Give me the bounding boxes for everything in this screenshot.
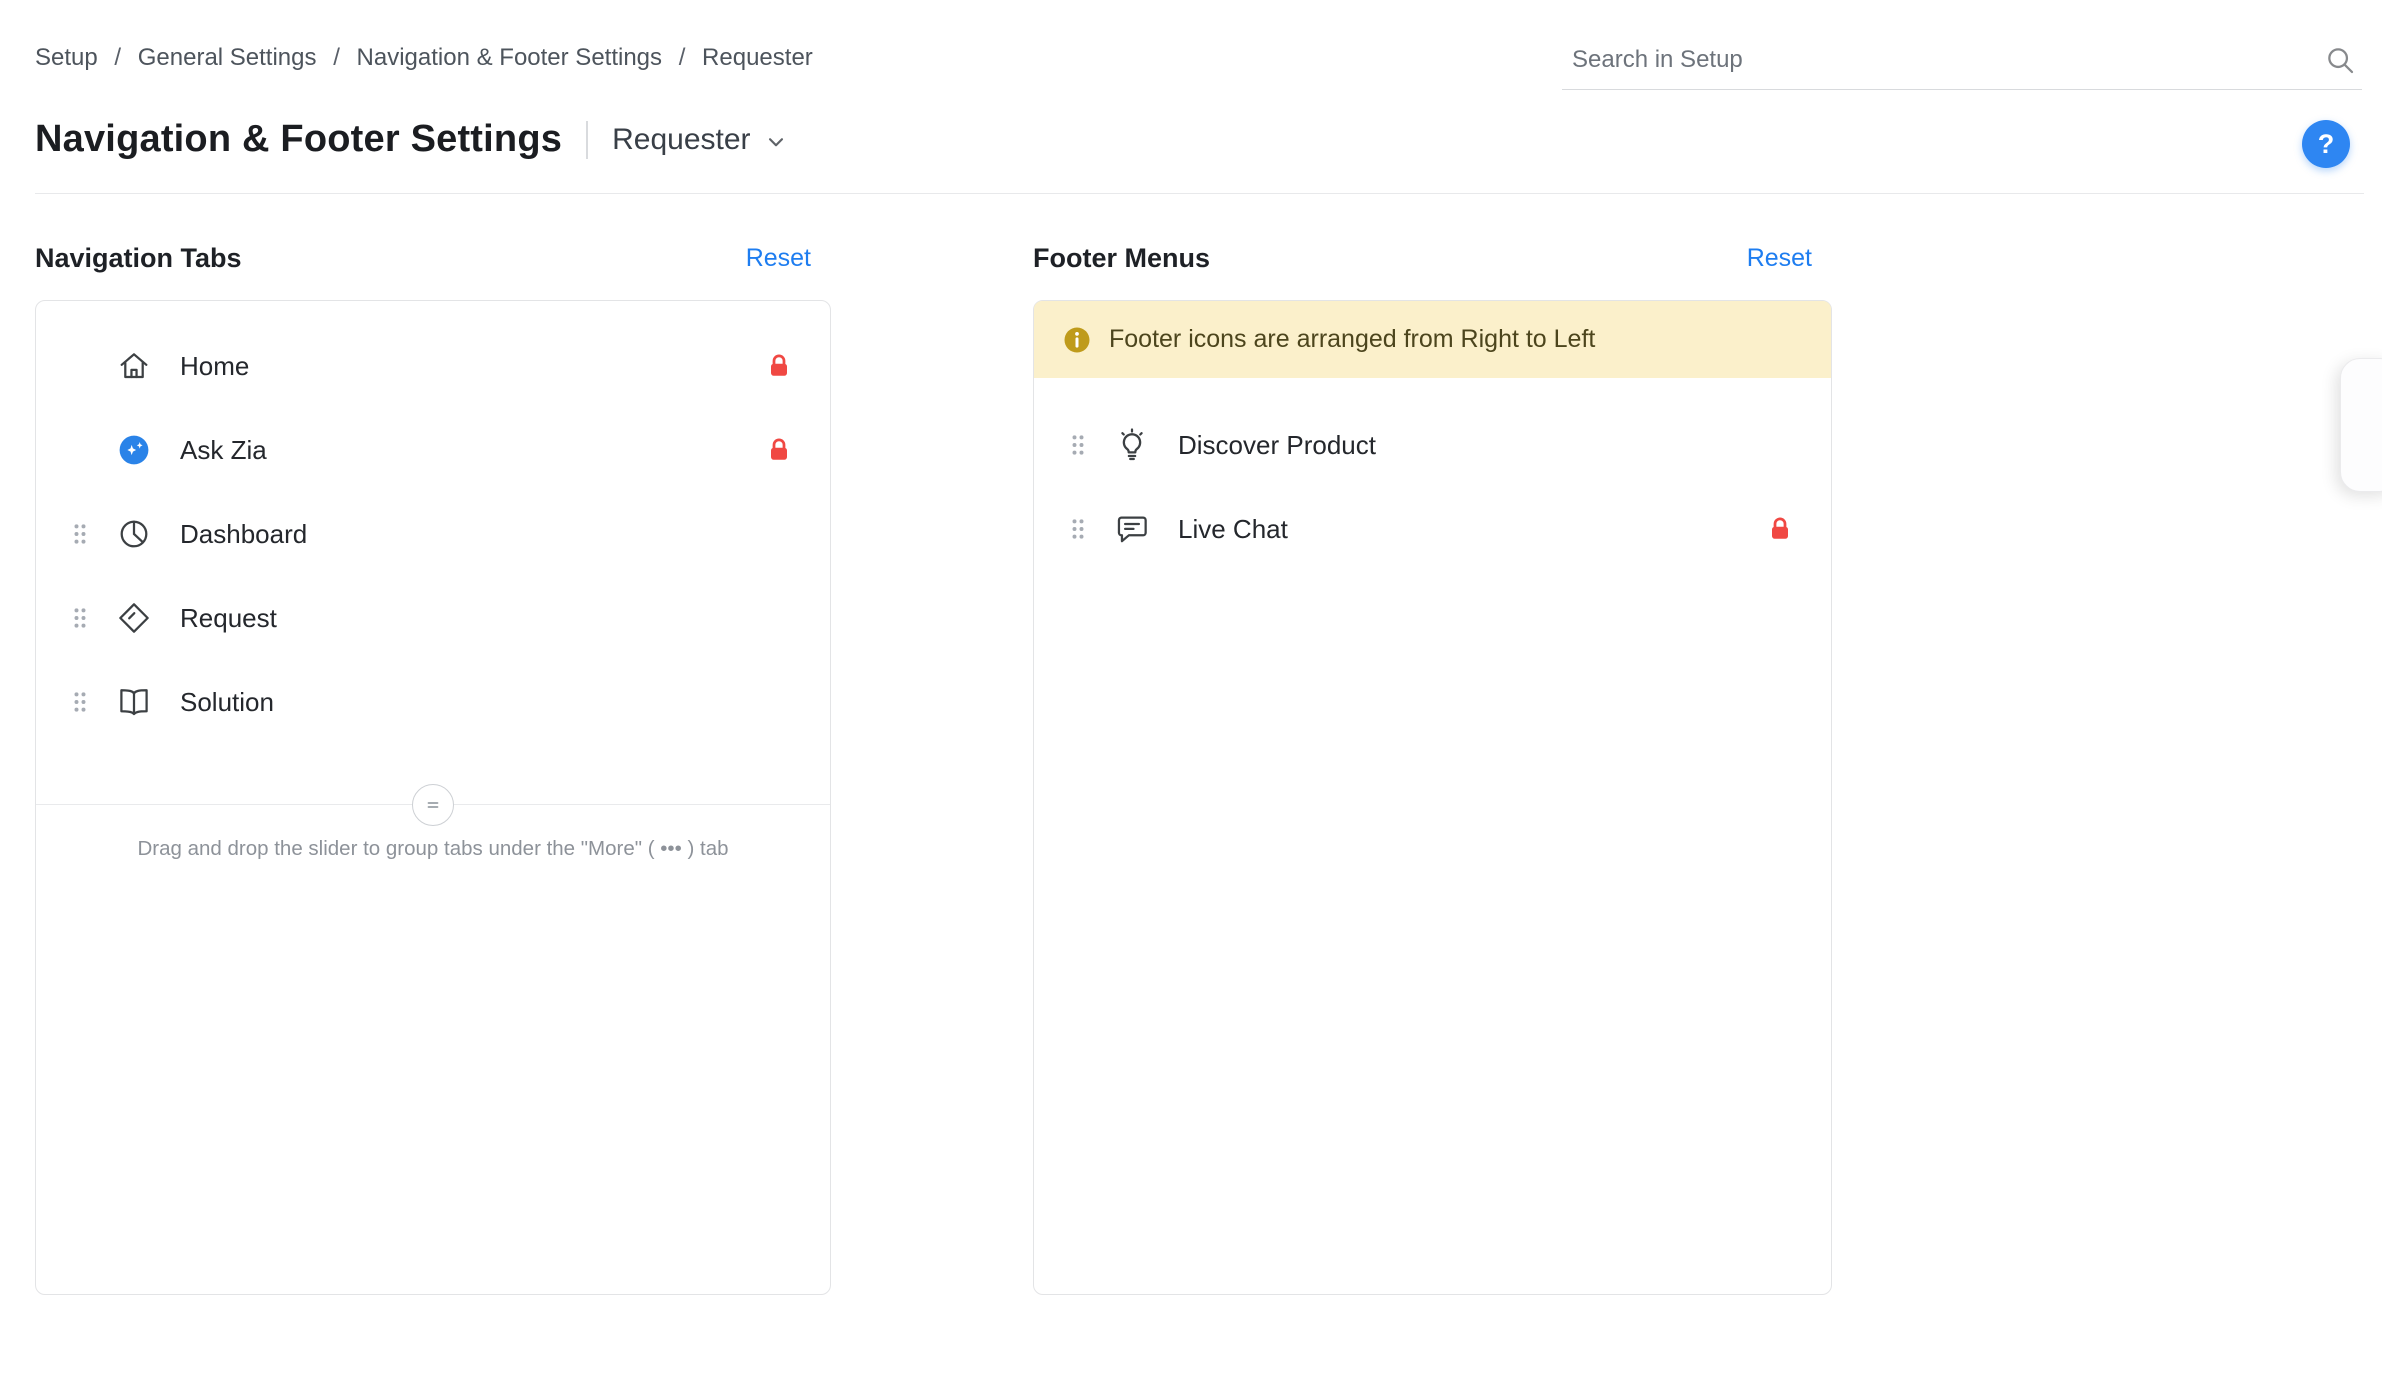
lock-icon — [764, 351, 794, 381]
search-icon[interactable] — [2324, 44, 2356, 76]
ask-zia-icon — [116, 432, 152, 468]
menu-item-label: Home — [180, 351, 764, 382]
scope-selector-value: Requester — [612, 123, 750, 157]
info-icon — [1062, 325, 1092, 355]
home-icon — [116, 348, 152, 384]
slider-hint-text: Drag and drop the slider to group tabs u… — [36, 837, 830, 861]
navigation-tabs-reset-link[interactable]: Reset — [746, 244, 811, 273]
chevron-down-icon — [763, 129, 789, 155]
breadcrumb-item-navigation-footer-settings[interactable]: Navigation & Footer Settings — [357, 44, 663, 71]
drag-handle-icon[interactable] — [66, 685, 94, 719]
drag-handle-icon[interactable] — [66, 517, 94, 551]
more-tab-slider-divider — [36, 804, 830, 805]
breadcrumb-item-general-settings[interactable]: General Settings — [138, 44, 317, 71]
help-button[interactable]: ? — [2302, 120, 2350, 168]
footer-menus-card: Footer icons are arranged from Right to … — [1033, 300, 1832, 1295]
discover-product-icon — [1114, 427, 1150, 463]
footer-notice-banner: Footer icons are arranged from Right to … — [1034, 301, 1831, 378]
dashboard-icon — [116, 516, 152, 552]
navigation-footer-settings-page: Setup / General Settings / Navigation & … — [0, 0, 2382, 1378]
floating-widget-edge[interactable] — [2340, 358, 2382, 492]
menu-item-row[interactable]: Discover Product — [1034, 403, 1831, 487]
footer-menus-heading: Footer Menus — [1033, 243, 1210, 274]
setup-search — [1562, 38, 2362, 90]
drag-handle-icon[interactable] — [1064, 428, 1092, 462]
menu-item-row[interactable]: Request — [36, 576, 830, 660]
breadcrumb-separator: / — [114, 44, 121, 71]
footer-menus-header: Footer Menus Reset — [1033, 243, 1832, 274]
navigation-tabs-header: Navigation Tabs Reset — [35, 243, 831, 274]
lock-icon — [1765, 514, 1795, 544]
navigation-tabs-section: Navigation Tabs Reset Home Ask Zia Dashb… — [35, 243, 831, 1295]
search-input[interactable] — [1562, 46, 2324, 82]
drag-handle-icon[interactable] — [1064, 512, 1092, 546]
title-divider — [586, 121, 588, 159]
header-divider — [35, 193, 2364, 194]
navigation-tabs-heading: Navigation Tabs — [35, 243, 242, 274]
menu-item-label: Ask Zia — [180, 435, 764, 466]
menu-item-row[interactable]: Ask Zia — [36, 408, 830, 492]
page-title: Navigation & Footer Settings — [35, 118, 562, 161]
menu-item-row[interactable]: Solution — [36, 660, 830, 744]
menu-item-row[interactable]: Dashboard — [36, 492, 830, 576]
menu-item-label: Solution — [180, 687, 764, 718]
breadcrumb-item-setup[interactable]: Setup — [35, 44, 98, 71]
breadcrumb-separator: / — [679, 44, 686, 71]
lock-icon — [764, 435, 794, 465]
breadcrumb-item-requester: Requester — [702, 44, 813, 71]
menu-item-label: Discover Product — [1178, 430, 1765, 461]
menu-item-label: Request — [180, 603, 764, 634]
footer-menus-reset-link[interactable]: Reset — [1747, 244, 1812, 273]
request-icon — [116, 600, 152, 636]
navigation-tabs-card: Home Ask Zia Dashboard Request Solution — [35, 300, 831, 1295]
drag-handle-icon[interactable] — [66, 601, 94, 635]
live-chat-icon — [1114, 511, 1150, 547]
footer-menus-section: Footer Menus Reset Footer icons are arra… — [1033, 243, 1832, 1295]
menu-item-label: Dashboard — [180, 519, 764, 550]
navigation-tabs-list: Home Ask Zia Dashboard Request Solution — [36, 301, 830, 744]
title-bar: Navigation & Footer Settings Requester — [35, 118, 789, 161]
breadcrumb: Setup / General Settings / Navigation & … — [35, 44, 813, 72]
footer-menus-list: Discover Product Live Chat — [1034, 378, 1831, 571]
breadcrumb-separator: / — [333, 44, 340, 71]
footer-notice-text: Footer icons are arranged from Right to … — [1109, 325, 1595, 354]
menu-item-row[interactable]: Home — [36, 324, 830, 408]
more-tab-slider-handle[interactable] — [412, 784, 454, 826]
scope-selector[interactable]: Requester — [612, 123, 788, 157]
solution-icon — [116, 684, 152, 720]
menu-item-label: Live Chat — [1178, 514, 1765, 545]
menu-item-row[interactable]: Live Chat — [1034, 487, 1831, 571]
